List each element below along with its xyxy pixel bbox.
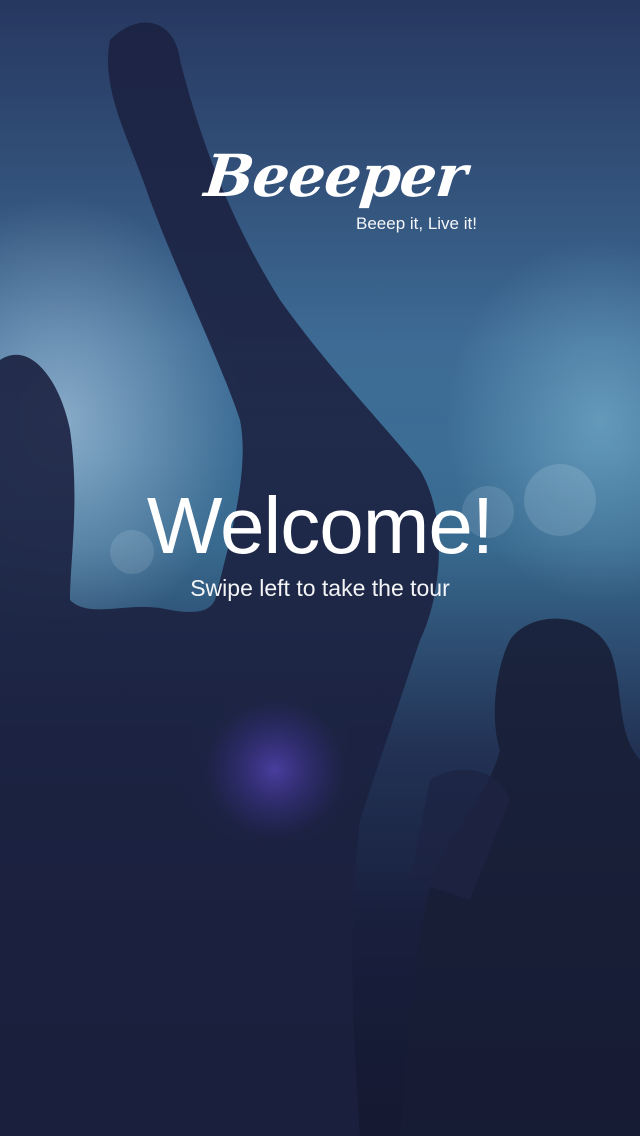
app-logo: Beeeper	[201, 142, 470, 210]
brand-header: Beeeper Beeep it, Live it!	[0, 140, 640, 250]
welcome-title: Welcome!	[146, 481, 494, 570]
app-tagline: Beeep it, Live it!	[356, 214, 477, 233]
onboarding-screen[interactable]: Beeeper Beeep it, Live it! Welcome! Swip…	[0, 0, 640, 1136]
swipe-hint: Swipe left to take the tour	[190, 575, 450, 601]
